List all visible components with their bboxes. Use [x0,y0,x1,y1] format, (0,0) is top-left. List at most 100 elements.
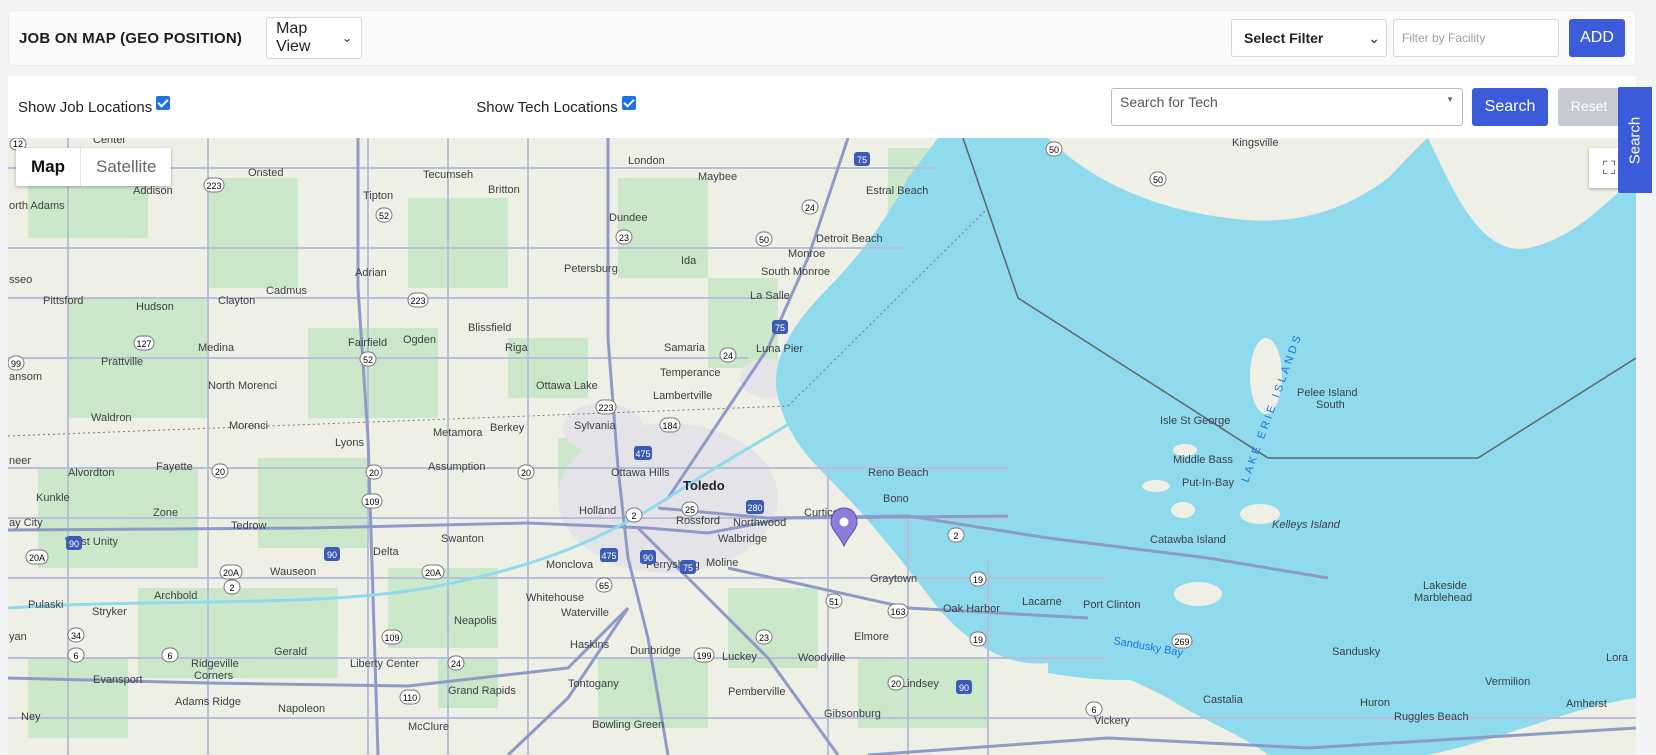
shield-199: 199 [693,647,715,663]
reset-button[interactable]: Reset [1558,88,1620,126]
shield-23b: 23 [755,629,773,645]
label-tecumseh: Tecumseh [423,169,473,181]
filter-select-value: Select Filter [1244,30,1324,46]
label-hudson: Hudson [136,301,174,313]
label-toledo: Toledo [683,478,725,493]
fullscreen-icon: ⛶ [1602,157,1616,178]
view-select-value: Map View [276,20,311,55]
map-canvas[interactable]: London Maybee Estral Beach Kingsville Ce… [8,138,1636,755]
label-waldron: Waldron [91,412,132,424]
shield-20A3: 20A [421,564,445,580]
shield-223b: 223 [407,292,429,308]
svg-text:2: 2 [229,583,234,593]
label-onsted: Onsted [248,167,283,179]
svg-text:20: 20 [369,468,379,478]
label-estral: Estral Beach [866,185,928,197]
svg-text:269: 269 [1174,637,1189,647]
svg-text:90: 90 [643,553,653,563]
label-lakeside: Lakeside [1423,580,1467,592]
header-filters: Select Filter ⌄ ADD [1231,19,1625,57]
map-type-toggle: Map Satellite [16,148,172,186]
shield-52b: 52 [359,351,377,367]
svg-text:20A: 20A [425,568,441,578]
show-job-locations-toggle[interactable]: Show Job Locations [18,96,171,116]
svg-text:20: 20 [521,468,531,478]
svg-text:52: 52 [363,355,373,365]
svg-text:475: 475 [601,551,616,561]
svg-text:34: 34 [71,631,81,641]
shield-75c: 75 [680,560,696,574]
view-select[interactable]: Map View ⌄ [266,17,363,59]
shield-223a: 223 [203,177,225,193]
show-tech-locations-label: Show Tech Locations [476,98,618,116]
shield-50c: 50 [755,231,773,247]
label-lasalle: La Salle [750,290,790,302]
svg-text:19: 19 [973,635,983,645]
shield-75a: 75 [854,152,870,166]
label-napoleon: Napoleon [278,703,325,715]
header-toolbar: JOB ON MAP (GEO POSITION) Map View ⌄ Sel… [8,10,1636,66]
search-side-tab[interactable]: Search [1618,87,1652,193]
shield-19a: 19 [969,571,987,587]
label-lunapier: Luna Pier [756,343,803,355]
shield-65: 65 [595,577,613,593]
shield-280: 280 [746,500,764,514]
map-svg[interactable]: London Maybee Estral Beach Kingsville Ce… [8,138,1636,755]
map-type-map-button[interactable]: Map [16,148,80,186]
filter-select[interactable]: Select Filter ⌄ [1231,19,1387,57]
label-petersburg: Petersburg [564,263,618,275]
shield-163: 163 [887,603,909,619]
shield-90c: 90 [640,550,656,564]
label-pelee: Pelee Island [1297,387,1358,399]
svg-text:475: 475 [635,449,650,459]
svg-text:223: 223 [206,181,221,191]
label-blissfield: Blissfield [468,322,511,334]
svg-text:24: 24 [451,659,461,669]
map-type-satellite-button[interactable]: Satellite [80,148,171,186]
shield-20a: 20 [211,463,229,479]
label-neer: neer [9,455,31,467]
label-lambertville: Lambertville [653,390,712,402]
svg-text:65: 65 [599,581,609,591]
svg-text:20: 20 [215,467,225,477]
label-lora: Lora [1606,652,1629,664]
label-tedrow: Tedrow [231,520,267,532]
label-bono: Bono [883,493,909,505]
label-sandusky: Sandusky [1332,646,1381,658]
checkbox-checked-icon[interactable] [621,96,636,110]
label-lyons: Lyons [335,437,364,449]
shield-51: 51 [825,593,843,609]
add-button[interactable]: ADD [1569,19,1625,57]
label-rossford: Rossford [676,515,720,527]
label-ogden: Ogden [403,334,436,346]
svg-text:25: 25 [685,505,695,515]
show-tech-locations-toggle[interactable]: Show Tech Locations [476,96,636,116]
svg-text:223: 223 [410,296,425,306]
label-maybee: Maybee [698,171,737,183]
svg-text:99: 99 [11,359,21,369]
label-evansport: Evansport [93,674,143,686]
search-button[interactable]: Search [1472,88,1548,126]
shield-90b: 90 [324,547,340,561]
svg-text:2: 2 [953,531,958,541]
facility-filter-input[interactable] [1393,19,1559,57]
page-title: JOB ON MAP (GEO POSITION) [19,29,243,47]
shield-223c: 223 [595,399,617,415]
label-zone: Zone [153,507,178,519]
shield-20c: 20 [517,464,535,480]
label-ottawalake: Ottawa Lake [536,380,598,392]
shield-6c: 6 [1085,701,1103,717]
label-adamsridge: Adams Ridge [175,696,241,708]
label-temperance: Temperance [660,367,721,379]
shield-24c: 24 [447,655,465,671]
shield-20A: 20A [25,549,49,565]
label-center: Center [93,138,126,146]
tech-search-select[interactable]: Search for Tech ▼ [1111,88,1463,126]
shield-19b: 19 [969,631,987,647]
svg-text:2: 2 [631,511,636,521]
label-addison: Addison [133,185,173,197]
shield-2a: 2 [625,507,643,523]
label-moline: Moline [706,557,738,569]
svg-text:23: 23 [759,633,769,643]
checkbox-checked-icon[interactable] [156,96,171,110]
